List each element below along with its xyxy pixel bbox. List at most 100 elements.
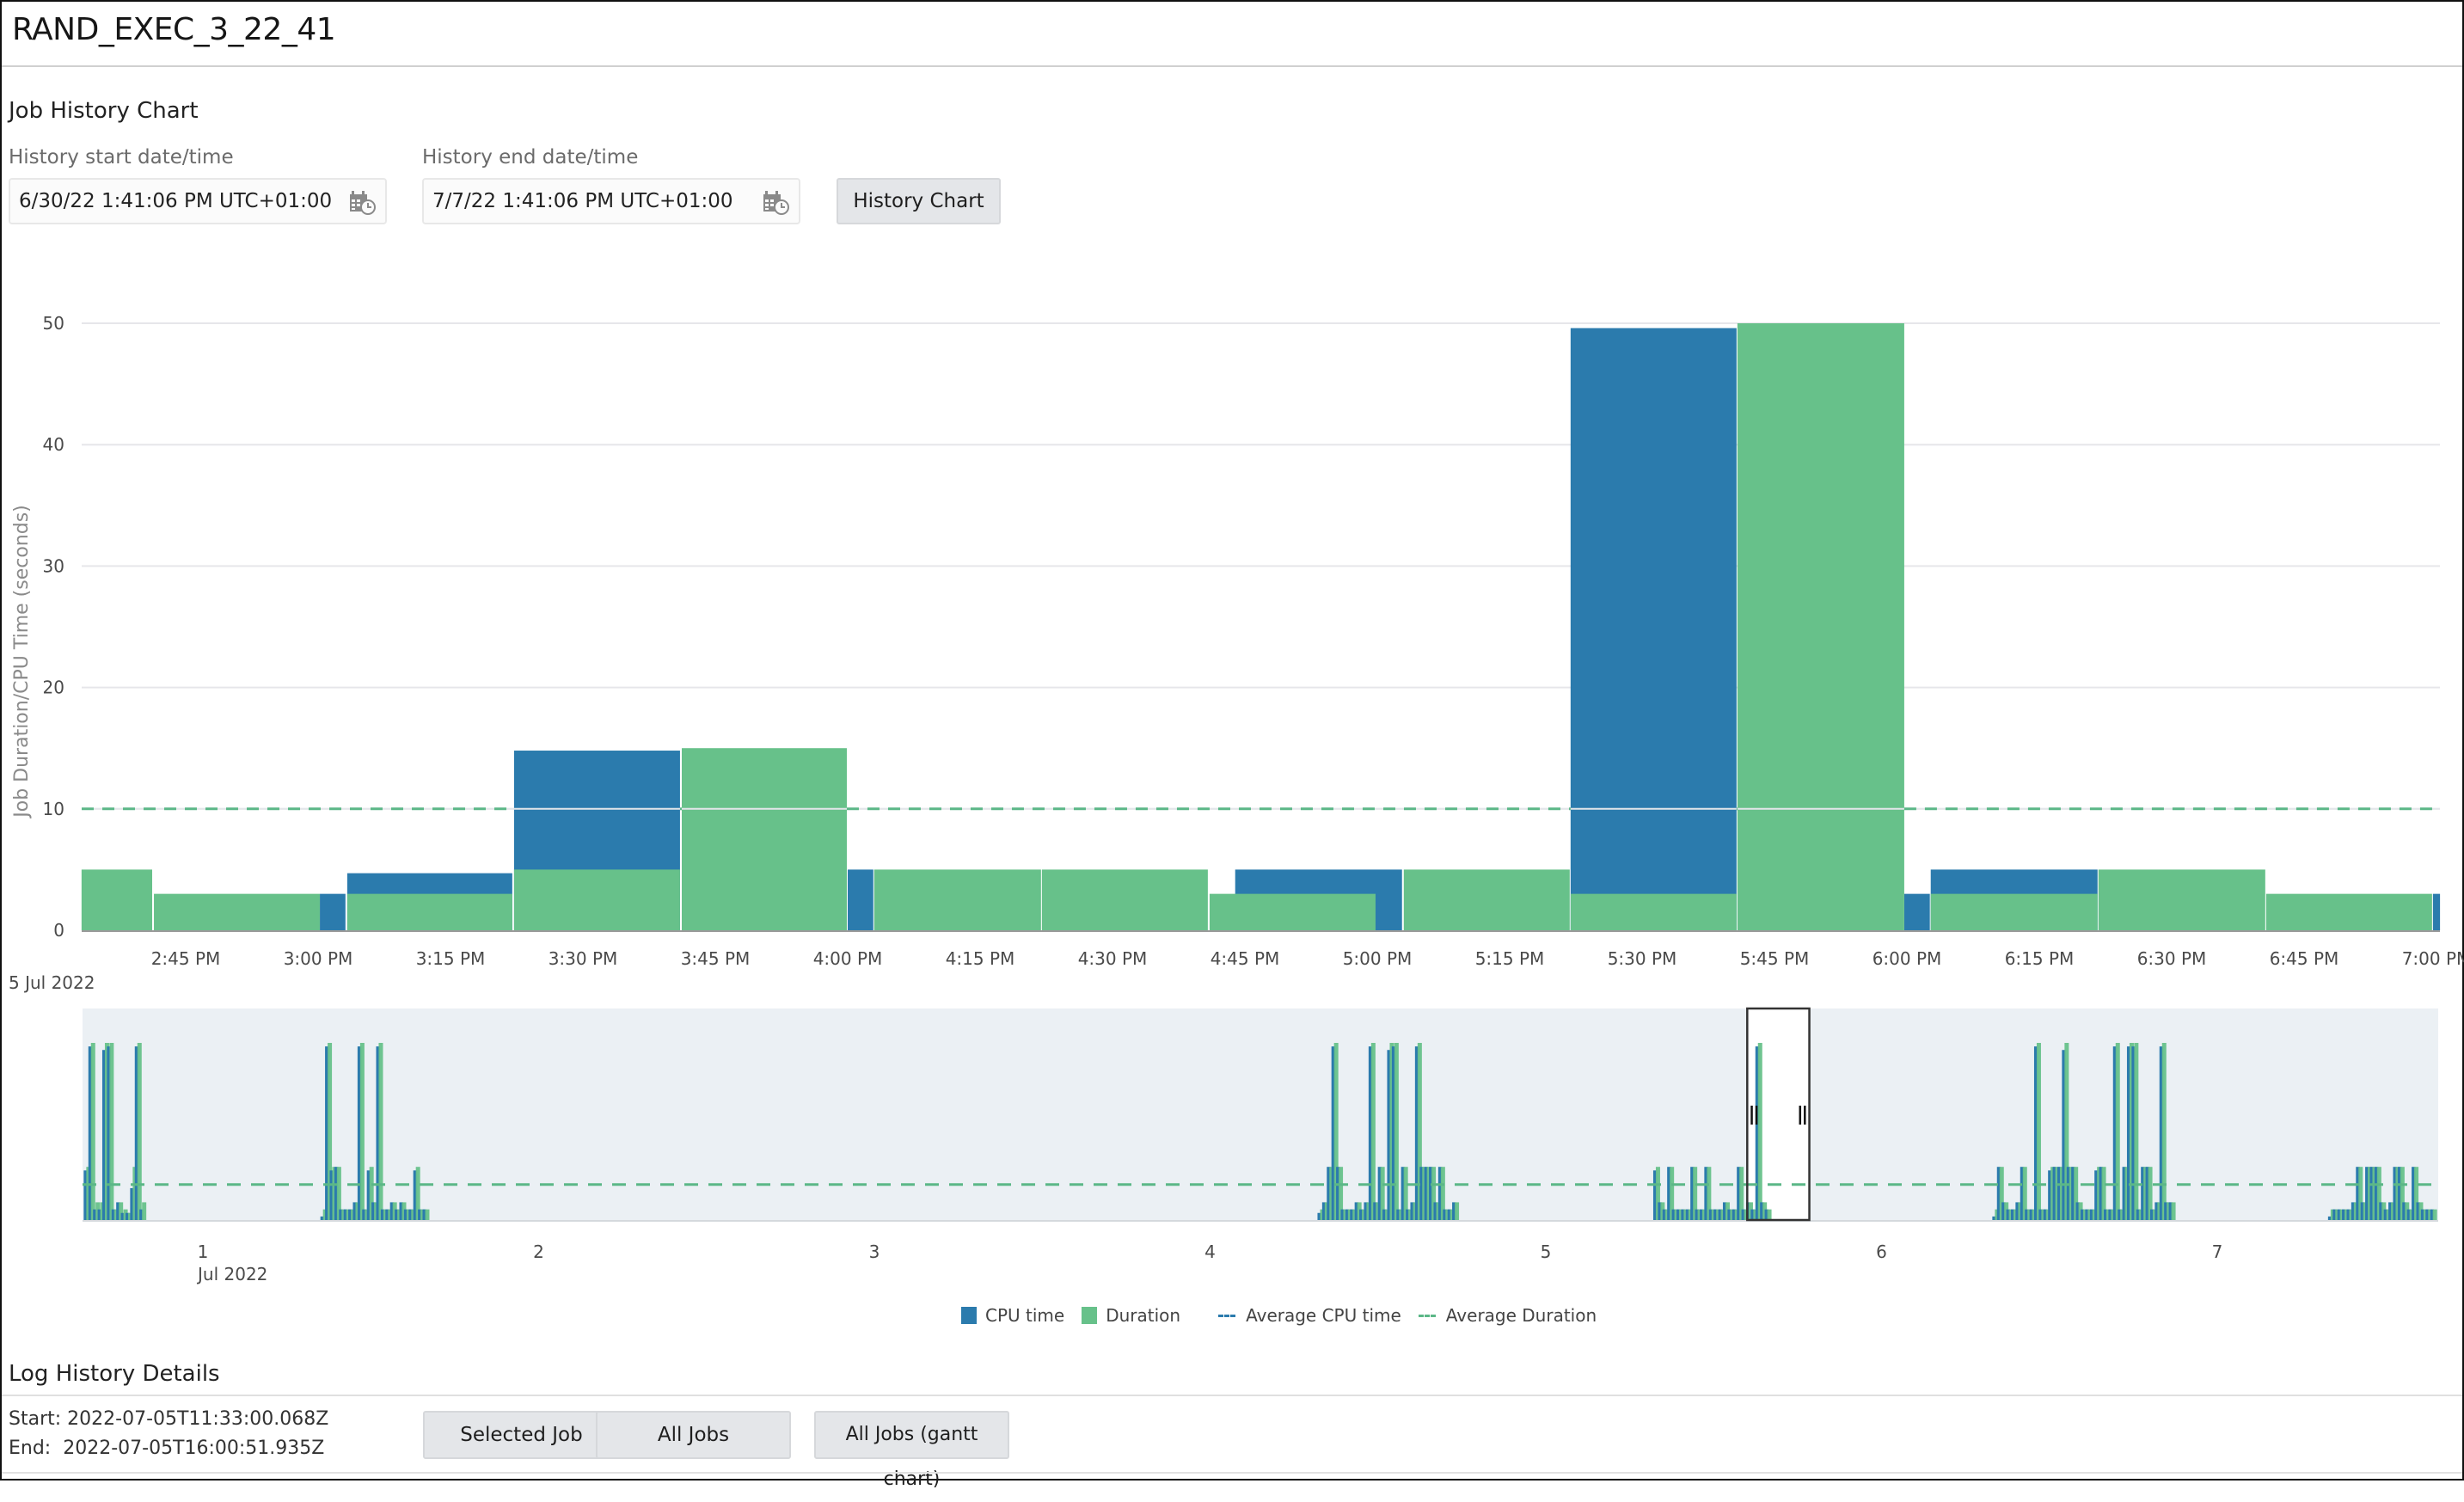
all-jobs-gantt-button[interactable]: All Jobs (gantt chart) [814, 1411, 1009, 1490]
x-tick-label: 2:45 PM [151, 948, 221, 969]
handle-grip [1804, 1106, 1806, 1125]
navigator-x-tick-label: 1 [198, 1241, 209, 1262]
duration-bar[interactable] [1041, 869, 1208, 930]
job-history-chart[interactable]: 0 10 20 30 40 50 Job Duration/CPU Time (secon… [0, 0, 2464, 1290]
navigator-duration-bar [2036, 1043, 2041, 1220]
legend-label: Average CPU time [1246, 1305, 1401, 1326]
x-tick-label: 4:15 PM [946, 948, 1015, 969]
main-chart-x-ticks: 2:45 PM 3:00 PM 3:15 PM 3:30 PM 3:45 PM 4:00 … [151, 948, 2464, 969]
navigator-x-tick-label: 5 [1541, 1241, 1552, 1262]
average-duration-dash-icon [1418, 1314, 1436, 1317]
x-tick-label: 5:15 PM [1475, 948, 1545, 969]
main-chart-y-ticks: 0 10 20 30 40 50 [43, 313, 64, 941]
x-tick-label: 4:00 PM [813, 948, 883, 969]
log-divider-top [2, 1395, 2462, 1396]
duration-bar[interactable] [154, 893, 321, 930]
y-tick-label: 20 [43, 677, 64, 698]
x-tick-label: 3:15 PM [416, 948, 486, 969]
duration-bar[interactable] [1930, 893, 2098, 930]
duration-bar[interactable] [513, 869, 680, 930]
main-date-label: 5 Jul 2022 [9, 972, 95, 993]
cpu-time-bar[interactable] [1570, 328, 1737, 930]
navigator-duration-bar [2161, 1043, 2167, 1220]
legend-label: Average Duration [1445, 1305, 1597, 1326]
legend-label: Duration [1106, 1305, 1181, 1326]
y-tick-label: 10 [43, 799, 64, 819]
navigator-x-tick-label: 7 [2212, 1241, 2223, 1262]
navigator-duration-bar [90, 1043, 95, 1220]
navigator-duration-bar [109, 1043, 114, 1220]
y-tick-label: 0 [53, 920, 64, 941]
log-start-time: Start: 2022-07-05T11:33:00.068Z [9, 1408, 329, 1430]
navigator-duration-bar [2432, 1209, 2437, 1220]
x-tick-label: 5:00 PM [1343, 948, 1413, 969]
navigator-duration-bar [1394, 1043, 1399, 1220]
log-divider-bottom [2, 1472, 2462, 1474]
navigator-duration-bar [2134, 1043, 2139, 1220]
navigator-duration-bar [142, 1202, 147, 1220]
navigator-duration-bar [425, 1209, 430, 1220]
legend-item-cpu-time[interactable]: CPU time [961, 1305, 1064, 1326]
navigator-x-ticks: 1 2 3 4 5 6 7 [198, 1241, 2223, 1262]
duration-bar[interactable] [346, 893, 512, 930]
x-tick-label: 6:15 PM [2005, 948, 2075, 969]
cpu-time-bar[interactable] [2432, 893, 2441, 930]
x-tick-label: 4:30 PM [1078, 948, 1148, 969]
navigator-duration-bar [1455, 1202, 1460, 1220]
x-tick-label: 7:00 PM [2402, 948, 2464, 969]
navigator-month-label: Jul 2022 [196, 1264, 267, 1284]
x-tick-label: 6:00 PM [1873, 948, 1942, 969]
handle-grip [1755, 1106, 1758, 1125]
duration-bar[interactable] [2265, 893, 2432, 930]
log-history-section-title: Log History Details [9, 1361, 220, 1387]
x-tick-label: 6:30 PM [2137, 948, 2207, 969]
y-tick-label: 40 [43, 434, 64, 455]
navigator-x-tick-label: 4 [1204, 1241, 1216, 1262]
all-jobs-button[interactable]: All Jobs [596, 1411, 791, 1459]
cpu-time-bar[interactable] [848, 869, 873, 930]
navigator-x-tick-label: 3 [869, 1241, 880, 1262]
average-cpu-dash-icon [1218, 1314, 1236, 1317]
x-tick-label: 6:45 PM [2270, 948, 2339, 969]
x-tick-label: 3:00 PM [284, 948, 353, 969]
cpu-time-bar[interactable] [320, 893, 346, 930]
navigator-duration-bar [1767, 1209, 1772, 1220]
navigator-x-tick-label: 6 [1876, 1241, 1887, 1262]
duration-bar[interactable] [1403, 869, 1570, 930]
handle-grip [1799, 1106, 1802, 1125]
navigator-duration-bar [2115, 1043, 2120, 1220]
navigator-duration-bar [2171, 1202, 2176, 1220]
x-tick-label: 3:30 PM [549, 948, 618, 969]
x-tick-label: 3:45 PM [681, 948, 751, 969]
navigator-background[interactable] [83, 1008, 2438, 1220]
duration-bar[interactable] [2098, 869, 2265, 930]
y-tick-label: 50 [43, 313, 64, 334]
navigator-duration-bar [359, 1043, 365, 1220]
duration-bar[interactable] [81, 869, 152, 930]
cpu-time-bars [320, 328, 2441, 930]
legend-item-duration[interactable]: Duration [1082, 1305, 1180, 1326]
navigator-duration-bar [1757, 1043, 1762, 1220]
x-tick-label: 4:45 PM [1211, 948, 1280, 969]
main-chart-gridlines [82, 322, 2440, 810]
x-tick-label: 5:45 PM [1740, 948, 1810, 969]
handle-grip [1750, 1106, 1753, 1125]
legend-item-average-duration[interactable]: Average Duration [1418, 1305, 1597, 1326]
navigator-x-tick-label: 2 [533, 1241, 544, 1262]
duration-bar[interactable] [873, 869, 1041, 930]
duration-bar[interactable] [681, 748, 847, 930]
duration-bar[interactable] [1209, 893, 1376, 930]
chart-legend: CPU time Duration Average CPU time Avera… [961, 1305, 1614, 1326]
navigator-duration-bar [1370, 1043, 1376, 1220]
legend-item-average-cpu[interactable]: Average CPU time [1218, 1305, 1401, 1326]
cpu-time-bar[interactable] [1903, 893, 1930, 930]
cpu-time-swatch [961, 1307, 977, 1324]
legend-label: CPU time [985, 1305, 1065, 1326]
selected-job-button[interactable]: Selected Job [423, 1411, 620, 1459]
duration-bar[interactable] [1737, 323, 1904, 930]
y-axis-label: Job Duration/CPU Time (seconds) [11, 505, 33, 819]
x-tick-label: 5:30 PM [1608, 948, 1677, 969]
log-end-time: End: 2022-07-05T16:00:51.935Z [9, 1438, 325, 1459]
navigator-duration-bar [378, 1043, 383, 1220]
duration-bar[interactable] [1570, 893, 1737, 930]
